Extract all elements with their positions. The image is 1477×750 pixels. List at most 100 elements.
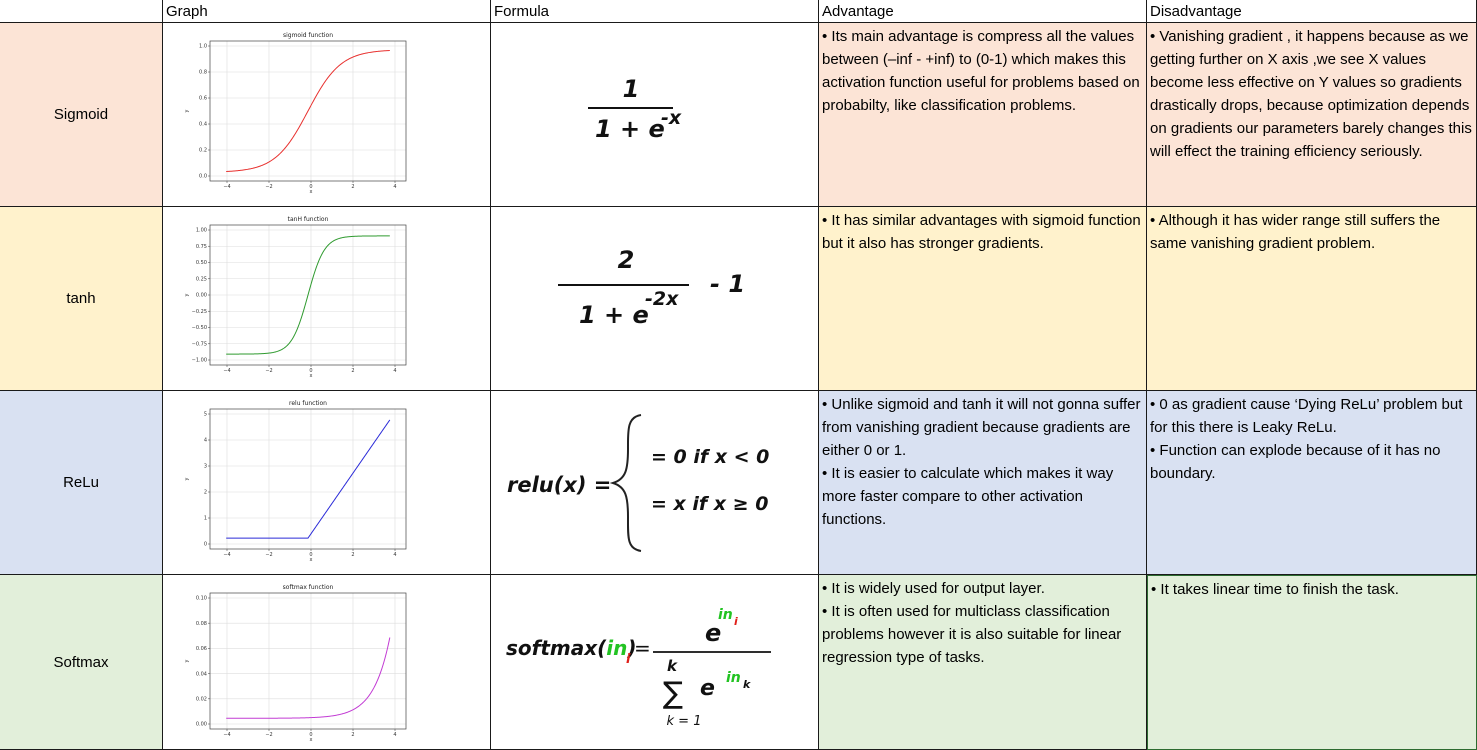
- advantage-cell: • It is widely used for output layer. • I…: [819, 575, 1147, 750]
- row-label-softmax: Softmax: [0, 575, 163, 750]
- x-axis-label: x: [310, 373, 313, 379]
- function-curve: [226, 419, 391, 539]
- xtick-label: 4: [393, 552, 396, 558]
- brace: [609, 414, 642, 552]
- ytick-label: 1.00: [196, 228, 207, 234]
- graph-cell: relu function 0 1 2 3 4 5 −4 −2 0 2 4 y x: [163, 391, 491, 575]
- ytick-label: 2: [204, 490, 207, 496]
- numerator-base: e: [705, 619, 721, 647]
- ytick-label: −0.25: [192, 309, 207, 315]
- plot-frame: [209, 592, 407, 730]
- advantage-point: • It has similar advantages with sigmoid…: [822, 212, 1141, 252]
- plot-softmax: softmax function 0.00 0.02 0.04 0.06 0.08 0.10…: [184, 584, 407, 743]
- lhs-lhs-var: in: [606, 636, 627, 660]
- denominator-exponent-sub: k: [743, 678, 751, 691]
- formula-cell: 2 1 + e -2x - 1: [491, 207, 819, 391]
- ytick-label: 0.04: [196, 671, 207, 677]
- plot-title: softmax function: [283, 584, 334, 591]
- disadvantage-cell: • 0 as gradient cause ‘Dying ReLu’ probl…: [1147, 391, 1477, 575]
- disadvantage-cell: • Vanishing gradient , it happens becaus…: [1147, 23, 1477, 207]
- ytick-label: 0.02: [196, 697, 207, 703]
- formula-relu: relu(x) = = 0 if x < 0 = x if x ≥ 0: [507, 414, 769, 552]
- ytick-label: 0.25: [196, 276, 207, 282]
- ytick-label: 0.0: [199, 174, 207, 180]
- header-advantage: Advantage: [819, 0, 1147, 23]
- formula-sigmoid: 1 1 + e-x: [588, 75, 682, 143]
- advantage-cell: • Its main advantage is compress all the…: [819, 23, 1147, 207]
- disadvantage-point: • Function can explode because of it has…: [1150, 442, 1441, 482]
- equals-sign: =: [634, 636, 651, 660]
- advantage-cell: • Unlike sigmoid and tanh it will not go…: [819, 391, 1147, 575]
- graph-cell: sigmoid function 0.0 0.2 0.4 0.6 0.8 1.0 −4 −2 0 2…: [163, 23, 491, 207]
- formula-tanh: 2 1 + e-2x - 1: [558, 246, 745, 329]
- advantage-point: • Its main advantage is compress all the…: [822, 28, 1140, 114]
- xtick-label: 2: [351, 552, 354, 558]
- sum-sign: ∑: [663, 676, 683, 711]
- advantage-cell: • It has similar advantages with sigmoid…: [819, 207, 1147, 391]
- ytick-label: 0.08: [196, 621, 207, 627]
- ytick-label: 0.75: [196, 244, 207, 250]
- formula-denominator: 1 + e: [595, 115, 665, 143]
- plot-relu: relu function012345−4 −2 0 2 4yx: [184, 400, 407, 563]
- plot-frame: [209, 408, 407, 550]
- activation-functions-table: Graph Formula Advantage Disadvantage Sig…: [0, 0, 1477, 750]
- function-name: tanh: [66, 290, 96, 307]
- xtick-label: 4: [393, 368, 396, 374]
- graph-cell: softmax function 0.00 0.02 0.04 0.06 0.08 0.10…: [163, 575, 491, 750]
- xtick-label: 2: [351, 368, 354, 374]
- lhs-subscript: i: [626, 652, 631, 667]
- header-formula: Formula: [491, 0, 819, 23]
- xtick-label: −2: [265, 184, 272, 190]
- ytick-label: 1: [204, 516, 207, 522]
- row-label-sigmoid: Sigmoid: [0, 23, 163, 207]
- xtick-label: −2: [265, 732, 272, 738]
- ytick-label: 1.0: [199, 44, 207, 50]
- ytick-label: 0.2: [199, 148, 207, 154]
- disadvantage-point: • Although it has wider range still suff…: [1150, 212, 1441, 252]
- y-axis-label: y: [184, 659, 190, 662]
- formula-cell: relu(x) = = 0 if x < 0 = x if x ≥ 0: [491, 391, 819, 575]
- sum-upper: k: [667, 657, 678, 675]
- formula-denominator: 1 + e: [579, 301, 649, 329]
- ytick-label: 0.00: [196, 722, 207, 728]
- ytick-label: −0.75: [192, 341, 207, 347]
- formula-suffix: - 1: [710, 270, 745, 298]
- formula-lhs: softmax(in): [506, 636, 637, 660]
- formula-cell: softmax(in) i = e in i k ∑ k = 1 e in k: [491, 575, 819, 750]
- xtick-label: −2: [265, 552, 272, 558]
- formula-cell: 1 1 + e -x: [491, 23, 819, 207]
- function-name: Sigmoid: [53, 106, 109, 123]
- disadvantage-cell: • Although it has wider range still suff…: [1147, 207, 1477, 391]
- function-curve: [226, 50, 390, 172]
- ytick-label: 4: [204, 438, 207, 444]
- advantage-point: • Unlike sigmoid and tanh it will not go…: [822, 396, 1141, 459]
- function-name: Softmax: [53, 653, 109, 671]
- sum-lower: k = 1: [667, 714, 702, 729]
- ytick-label: 5: [204, 412, 207, 418]
- xtick-label: −4: [223, 184, 230, 190]
- ytick-label: −0.50: [192, 325, 207, 331]
- disadvantage-point: • Vanishing gradient , it happens becaus…: [1150, 28, 1472, 160]
- formula-lhs: relu(x) =: [507, 473, 611, 497]
- advantage-point: • It is easier to calculate which makes …: [822, 465, 1114, 528]
- xtick-label: 2: [351, 184, 354, 190]
- ytick-label: 0.8: [199, 70, 207, 76]
- formula-case-positive: = x if x ≥ 0: [651, 493, 768, 515]
- x-axis-label: x: [310, 189, 313, 195]
- xtick-label: 2: [351, 732, 354, 738]
- plot-title: relu function: [289, 400, 327, 407]
- plot-title: sigmoid function: [283, 32, 333, 39]
- disadvantage-cell: • It takes linear time to finish the tas…: [1147, 575, 1477, 750]
- numerator-exponent: in: [718, 607, 733, 623]
- ytick-label: 0.4: [199, 122, 207, 128]
- formula-numerator: 1: [623, 75, 640, 103]
- ytick-label: 0.10: [196, 596, 207, 602]
- xtick-label: 4: [393, 184, 396, 190]
- header-graph: Graph: [163, 0, 491, 23]
- disadvantage-point: • 0 as gradient cause ‘Dying ReLu’ probl…: [1150, 396, 1463, 436]
- formula-exponent: -x: [661, 107, 682, 129]
- ytick-label: 0: [204, 542, 207, 548]
- disadvantage-point: • It takes linear time to finish the tas…: [1151, 581, 1399, 598]
- xtick-label: −4: [223, 368, 230, 374]
- plot-sigmoid: sigmoid function0.00.20.40.60.81.0−4 −2 0 2…: [184, 32, 407, 195]
